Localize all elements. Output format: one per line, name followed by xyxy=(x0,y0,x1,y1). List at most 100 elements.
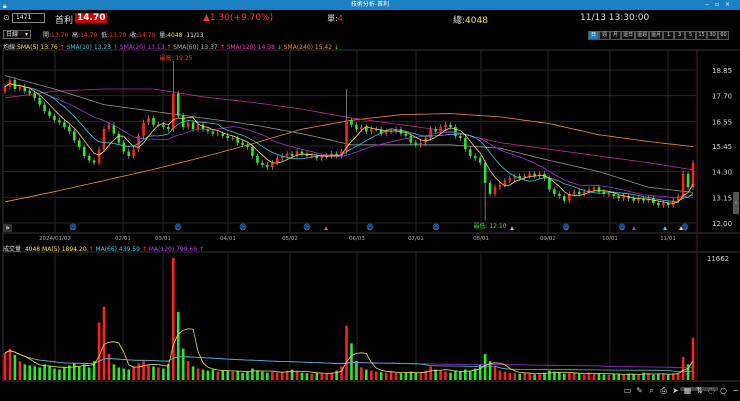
candle-body xyxy=(68,126,71,132)
price-volume-chart[interactable]: 18.85 17.70 16.55 15.45 14.30 13.15 12.00 2024/… xyxy=(0,0,740,401)
candle-body xyxy=(355,124,358,130)
volume-bar xyxy=(548,370,551,380)
candle-body xyxy=(473,155,477,159)
volume-bar xyxy=(607,374,611,380)
toolbar-tool-2-icon[interactable]: ⌕ xyxy=(647,386,656,396)
toolbar-tool-1-icon[interactable]: ✎ xyxy=(635,386,644,396)
volume-bar xyxy=(523,372,527,380)
price-tick-label: 18.85 xyxy=(712,67,732,75)
volume-tick-label: 11662 xyxy=(707,255,729,263)
candle-body xyxy=(459,135,462,139)
candle-body xyxy=(58,120,61,123)
volume-bar xyxy=(295,371,299,380)
candle-body xyxy=(444,124,447,127)
volume-bar xyxy=(201,369,205,380)
candle-body xyxy=(414,142,418,145)
candle-body xyxy=(384,131,388,134)
candle-body xyxy=(612,193,616,197)
candle-body xyxy=(82,147,86,156)
volume-bar xyxy=(117,367,121,380)
candle-body xyxy=(275,158,279,163)
event-triangle-icon xyxy=(632,226,636,230)
candle-body xyxy=(261,162,264,165)
toolbar-tool-9-icon[interactable]: − xyxy=(731,386,740,396)
volume-bar xyxy=(266,372,269,380)
candle-body xyxy=(662,202,665,206)
candle-body xyxy=(478,158,482,163)
volume-bar xyxy=(330,372,333,380)
candle-body xyxy=(216,133,220,135)
volume-bar xyxy=(602,374,606,380)
toolbar-tool-4-icon[interactable]: ➤ xyxy=(671,386,680,396)
candle-body xyxy=(449,124,452,127)
candle-body xyxy=(419,142,423,145)
volume-bar xyxy=(513,373,517,380)
volume-bar xyxy=(231,371,234,380)
candle-body xyxy=(28,91,32,94)
price-tick-label: 17.70 xyxy=(712,93,732,101)
candle-body xyxy=(33,93,36,98)
candle-body xyxy=(43,104,46,112)
expand-icon[interactable]: » xyxy=(3,224,12,232)
candle-body xyxy=(369,129,373,132)
volume-bar xyxy=(171,258,175,380)
volume-bar xyxy=(582,374,586,380)
toolbar-tool-8-icon[interactable]: ○ xyxy=(719,386,728,396)
toolbar-tool-7-icon[interactable]: ◌ xyxy=(707,386,716,396)
volume-bar xyxy=(181,348,185,380)
price-tick-label: 15.45 xyxy=(712,143,732,151)
volume-bar xyxy=(72,363,76,380)
volume-bar xyxy=(48,366,51,380)
volume-bar xyxy=(622,374,626,380)
candle-body xyxy=(572,191,576,194)
volume-bar xyxy=(315,372,319,380)
candle-body xyxy=(350,120,353,125)
toolbar-tool-0-icon[interactable]: ▭ xyxy=(623,386,632,396)
candle-body xyxy=(290,153,294,156)
candle-body xyxy=(607,193,611,195)
candle-body xyxy=(122,142,126,152)
candle-body xyxy=(256,155,259,163)
month-marker-glyph: 月 xyxy=(620,225,624,230)
volume-bar xyxy=(498,370,502,380)
volume-bar xyxy=(142,361,145,380)
candle-body xyxy=(553,189,556,194)
toolbar-tool-3-icon[interactable]: ⎙ xyxy=(659,386,668,396)
sma60-line xyxy=(4,75,694,193)
volume-bar xyxy=(374,371,378,380)
volume-bar xyxy=(414,372,418,380)
volume-bar xyxy=(13,354,17,380)
candle-body xyxy=(632,198,635,201)
volume-bar xyxy=(592,373,596,380)
volume-bar xyxy=(434,369,437,380)
toolbar-tool-5-icon[interactable]: ▦ xyxy=(683,386,692,396)
volume-bar xyxy=(597,373,601,380)
month-marker-glyph: 月 xyxy=(368,225,372,230)
scroll-handle[interactable]: ‹ xyxy=(733,192,739,214)
candle-body xyxy=(132,149,135,156)
volume-bar xyxy=(38,367,41,380)
candle-body xyxy=(285,153,289,156)
candle-body xyxy=(186,122,190,127)
candle-body xyxy=(167,126,170,130)
sma120-line xyxy=(4,88,694,171)
candle-body xyxy=(87,155,91,161)
candle-body xyxy=(221,133,225,136)
toolbar-tool-6-icon[interactable]: ⇅ xyxy=(695,386,704,396)
price-tick-label: 13.15 xyxy=(712,194,732,202)
volume-bar xyxy=(206,370,210,380)
volume-bar xyxy=(429,366,432,380)
candle-body xyxy=(548,178,551,190)
volume-bar xyxy=(186,361,190,380)
volume-bar xyxy=(439,370,442,380)
candle-body xyxy=(63,122,66,127)
candle-body xyxy=(300,151,304,154)
volume-bar xyxy=(167,364,170,380)
candle-body xyxy=(429,129,432,139)
volume-bar xyxy=(280,372,284,380)
candle-body xyxy=(493,187,497,194)
candle-body xyxy=(191,122,195,130)
volume-bar xyxy=(58,369,61,380)
volume-bar xyxy=(662,374,665,380)
volume-bar xyxy=(691,337,695,380)
